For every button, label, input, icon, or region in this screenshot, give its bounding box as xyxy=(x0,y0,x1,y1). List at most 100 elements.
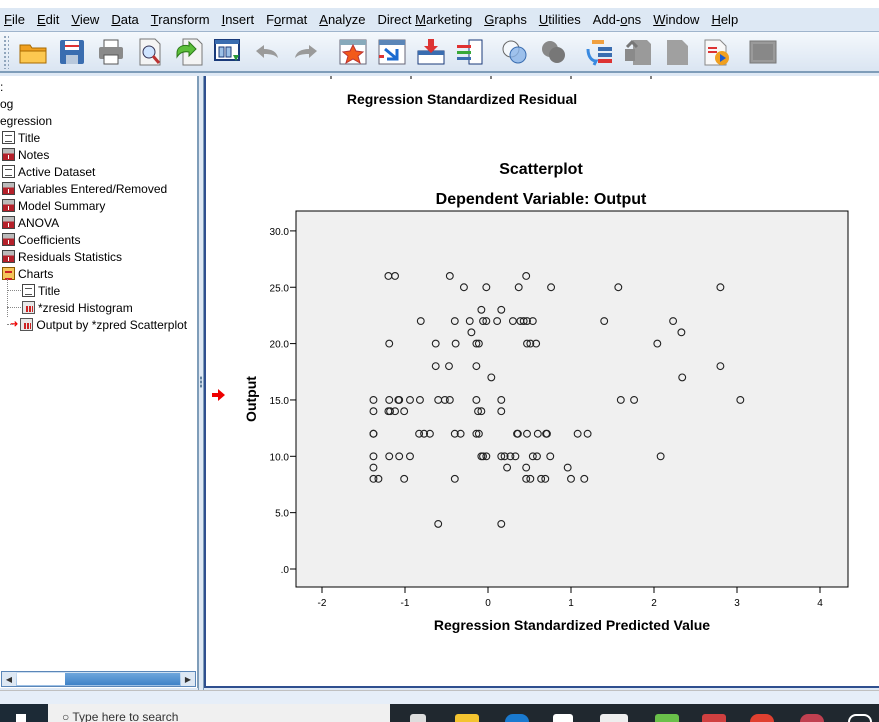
y-axis-label: Output xyxy=(243,376,259,422)
designate-window-button[interactable] xyxy=(581,35,617,69)
store-icon[interactable] xyxy=(553,714,573,722)
menu-direct-marketing[interactable]: Direct Marketing xyxy=(374,12,481,27)
menu-label-part: W xyxy=(653,11,666,27)
outline-item-coefficients[interactable]: Coefficients xyxy=(2,231,80,248)
menu-label-part: G xyxy=(484,11,495,27)
outline-item-anova[interactable]: ANOVA xyxy=(2,214,59,231)
y-tick-label: 25.0 xyxy=(270,283,290,294)
menu-help[interactable]: Help xyxy=(707,12,746,27)
menu-transform[interactable]: Transform xyxy=(147,12,218,27)
menu-file[interactable]: File xyxy=(0,12,33,27)
open-folder-icon xyxy=(19,44,47,63)
outline-horizontal-scrollbar[interactable]: ◀ ▶ xyxy=(1,671,196,687)
file-explorer-icon[interactable] xyxy=(455,714,479,722)
outline-item-label: Notes xyxy=(18,147,50,162)
app-icon[interactable] xyxy=(655,714,679,722)
menu-label-part: A xyxy=(319,11,328,27)
x-tick-label: 3 xyxy=(734,598,740,609)
taskbar-search-box[interactable]: ○ Type here to search xyxy=(48,704,390,722)
undo-icon xyxy=(256,44,278,58)
dialog-recall-button[interactable] xyxy=(210,35,246,69)
toolbar-grip[interactable] xyxy=(3,34,9,69)
demote-button[interactable] xyxy=(659,35,695,69)
outline-item-output-by-zpred-scatterplot[interactable]: ➜ Output by *zpred Scatterplot xyxy=(10,316,188,333)
undo-button[interactable] xyxy=(249,35,285,69)
start-button[interactable] xyxy=(0,704,48,722)
menu-add-ons[interactable]: Add-ons xyxy=(589,12,649,27)
toolbar xyxy=(0,31,879,73)
outline-item-residuals-statistics[interactable]: Residuals Statistics xyxy=(2,248,122,265)
collapse-button[interactable] xyxy=(745,35,781,69)
outline-pane: : og egression Title Notes Active Dataset Vari… xyxy=(0,76,198,688)
outline-item-[interactable]: : xyxy=(0,78,3,95)
redo-button[interactable] xyxy=(288,35,324,69)
edge-icon[interactable] xyxy=(505,714,529,722)
open-button[interactable] xyxy=(15,35,51,69)
pivot-table-icon xyxy=(2,233,15,246)
menu-label-part: rmat xyxy=(281,11,308,27)
goto-variable-button[interactable] xyxy=(413,35,449,69)
menu-format[interactable]: Format xyxy=(262,12,315,27)
variables-button[interactable] xyxy=(452,35,488,69)
pivot-table-icon xyxy=(2,148,15,161)
menu-label-part: F xyxy=(266,11,275,27)
menu-graphs[interactable]: Graphs xyxy=(480,12,535,27)
save-button[interactable] xyxy=(54,35,90,69)
task-view-icon[interactable] xyxy=(410,714,426,722)
mail-icon[interactable] xyxy=(600,714,628,722)
insert-output-button[interactable] xyxy=(698,35,734,69)
outline-item-title[interactable]: Title xyxy=(2,129,40,146)
menu-analyze[interactable]: Analyze xyxy=(315,12,373,27)
goto-case-button[interactable] xyxy=(374,35,410,69)
x-tick-label: 2 xyxy=(651,598,657,609)
outline-item-model-summary[interactable]: Model Summary xyxy=(2,197,105,214)
text-doc-icon xyxy=(2,131,15,144)
tree-connector xyxy=(7,324,13,325)
menu-edit[interactable]: Edit xyxy=(33,12,67,27)
y-tick-label: 5.0 xyxy=(275,509,289,520)
outline-item-active-dataset[interactable]: Active Dataset xyxy=(2,163,95,180)
show-all-button[interactable] xyxy=(497,35,533,69)
outline-item-variables-entered-removed[interactable]: Variables Entered/Removed xyxy=(2,180,167,197)
menu-label-part: H xyxy=(711,11,721,27)
outline-item-title[interactable]: Title xyxy=(22,282,60,299)
scroll-right-icon[interactable]: ▶ xyxy=(181,672,195,686)
outline-item-og[interactable]: og xyxy=(0,95,13,112)
scatterplot-chart[interactable]: Regression Standardized Residual Scatterp… xyxy=(206,76,879,688)
print-preview-icon xyxy=(139,38,161,65)
spss-icon[interactable] xyxy=(800,714,824,722)
pivot-table-icon xyxy=(2,182,15,195)
menu-window[interactable]: Window xyxy=(649,12,707,27)
menu-utilities[interactable]: Utilities xyxy=(535,12,589,27)
hide-button[interactable] xyxy=(536,35,572,69)
search-icon: ○ xyxy=(62,710,73,722)
splitter-grip-icon xyxy=(200,376,202,388)
outline-item-egression[interactable]: egression xyxy=(0,112,52,129)
menu-label-part: tilities xyxy=(548,11,581,27)
pdf-app-icon[interactable] xyxy=(702,714,726,722)
x-tick-label: -2 xyxy=(318,598,327,609)
chart-icon xyxy=(22,301,35,314)
clock-app-icon[interactable] xyxy=(848,714,872,722)
outline-item-notes[interactable]: Notes xyxy=(2,146,49,163)
chrome-icon[interactable] xyxy=(750,714,774,722)
collapse-icon xyxy=(749,40,777,63)
goto-data-button[interactable] xyxy=(335,35,371,69)
y-tick-label: 30.0 xyxy=(270,227,290,238)
export-button[interactable] xyxy=(171,35,207,69)
chart-subtitle: Dependent Variable: Output xyxy=(436,191,647,208)
outline-item-label: Output by *zpred Scatterplot xyxy=(36,317,188,332)
scroll-left-icon[interactable]: ◀ xyxy=(2,672,16,686)
print-preview-button[interactable] xyxy=(132,35,168,69)
outline-item-zresid-histogram[interactable]: *zresid Histogram xyxy=(22,299,133,316)
pivot-table-icon xyxy=(2,216,15,229)
scrollbar-thumb[interactable] xyxy=(17,673,65,685)
outline-item-charts[interactable]: Charts xyxy=(2,265,53,282)
menu-insert[interactable]: Insert xyxy=(218,12,263,27)
scrollbar-track[interactable] xyxy=(65,673,180,685)
menu-view[interactable]: View xyxy=(67,12,107,27)
promote-button[interactable] xyxy=(620,35,656,69)
print-button[interactable] xyxy=(93,35,129,69)
menu-data[interactable]: Data xyxy=(107,12,146,27)
outline-item-label: Model Summary xyxy=(18,198,106,213)
